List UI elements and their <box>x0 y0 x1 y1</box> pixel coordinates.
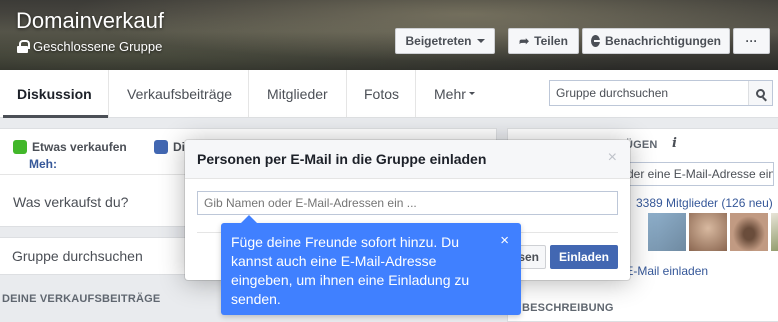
member-avatar[interactable] <box>771 213 778 251</box>
pencil-icon <box>154 140 168 154</box>
member-avatar[interactable] <box>730 213 768 251</box>
tag-icon <box>13 140 27 154</box>
group-search-input[interactable] <box>550 81 746 105</box>
tab-more[interactable]: Mehr <box>420 70 490 117</box>
member-avatar[interactable] <box>648 213 686 251</box>
group-title[interactable]: Domainverkauf <box>16 8 164 34</box>
joined-button[interactable]: Beigetreten <box>395 28 495 54</box>
member-thumbnails <box>648 213 778 251</box>
more-options-button[interactable]: ··· <box>733 28 770 54</box>
tooltip-text: Füge deine Freunde sofort hinzu. Du kann… <box>231 234 470 307</box>
tab-members[interactable]: Mitglieder <box>253 70 347 117</box>
close-icon[interactable]: × <box>500 231 509 250</box>
composer-prompt[interactable]: Was verkaufst du? <box>13 194 128 210</box>
sell-something-button[interactable]: Etwas verkaufen <box>13 140 127 154</box>
group-nav: Diskussion Verkaufsbeiträge Mitglieder F… <box>0 70 778 118</box>
search-icon <box>756 88 765 98</box>
composer-more-button[interactable]: Meh: <box>29 157 57 171</box>
notifications-button[interactable]: Benachrichtigungen <box>582 28 730 54</box>
group-privacy: Geschlossene Gruppe <box>17 39 162 54</box>
close-icon[interactable]: × <box>608 149 617 167</box>
add-members-input[interactable]: der eine E-Mail-Adresse ein <box>621 162 774 186</box>
invite-tooltip: Füge deine Freunde sofort hinzu. Du kann… <box>221 215 521 315</box>
share-button-label: Teilen <box>534 34 568 48</box>
lock-icon <box>17 40 30 53</box>
chevron-down-icon <box>468 92 475 95</box>
dialog-title: Personen per E-Mail in die Gruppe einlad… <box>197 151 487 167</box>
dialog-header: Personen per E-Mail in die Gruppe einlad… <box>185 140 630 179</box>
joined-button-label: Beigetreten <box>405 34 472 48</box>
tab-discussion[interactable]: Diskussion <box>3 70 109 118</box>
invite-by-email-link[interactable]: r E-Mail einladen <box>618 264 708 278</box>
group-cover: Domainverkauf Geschlossene Gruppe Beiget… <box>0 0 778 70</box>
email-invite-input[interactable] <box>197 191 618 215</box>
discussion-button[interactable]: Di <box>154 140 185 154</box>
tab-photos[interactable]: Fotos <box>350 70 416 117</box>
members-count-link[interactable]: 3389 Mitglieder (126 neu) <box>636 196 773 210</box>
chevron-down-icon <box>476 39 485 43</box>
notifications-icon <box>591 35 600 47</box>
discussion-label: Di <box>173 140 185 154</box>
composer-more-label: Meh: <box>29 157 57 171</box>
section-title: DEINE VERKAUFSBEITRÄGE <box>2 293 161 305</box>
search-button[interactable] <box>748 81 772 105</box>
member-avatar[interactable] <box>689 213 727 251</box>
group-privacy-label: Geschlossene Gruppe <box>33 39 163 54</box>
sell-something-label: Etwas verkaufen <box>32 140 127 154</box>
tab-more-label: Mehr <box>434 85 466 102</box>
group-search-box <box>549 80 773 106</box>
share-icon: ➦ <box>519 34 530 48</box>
info-icon[interactable]: i <box>672 136 677 151</box>
notifications-button-label: Benachrichtigungen <box>604 34 721 48</box>
share-button[interactable]: ➦ Teilen <box>508 28 579 54</box>
description-heading: BESCHREIBUNG <box>522 302 614 314</box>
tab-sales-posts[interactable]: Verkaufsbeiträge <box>113 70 249 117</box>
invite-button[interactable]: Einladen <box>550 245 618 269</box>
